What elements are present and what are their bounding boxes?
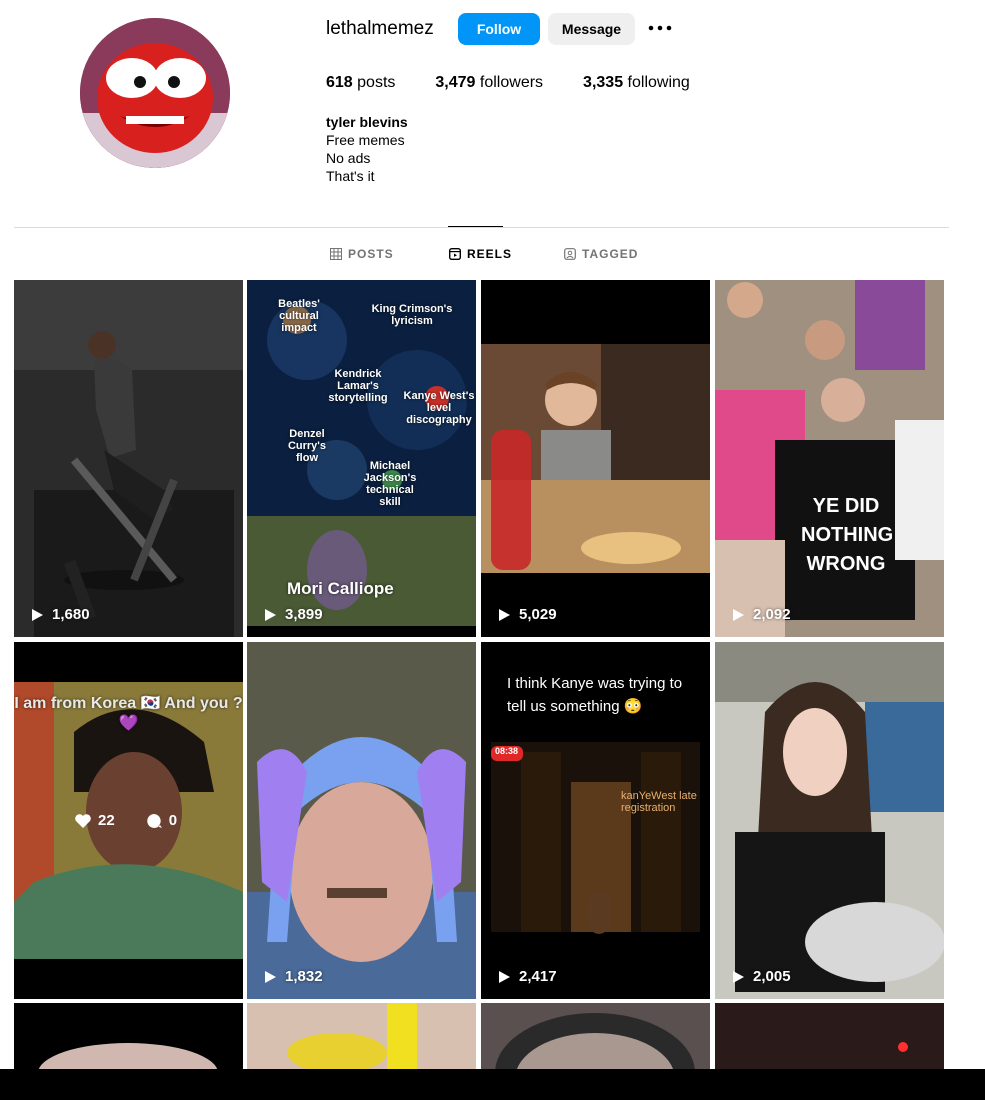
reel-view-count: 1,680	[52, 606, 90, 623]
bio-line: That's it	[326, 168, 375, 184]
reel-views: 2,417	[497, 968, 557, 985]
reel-views: 2,005	[731, 968, 791, 985]
tab-posts[interactable]: POSTS	[330, 247, 394, 261]
followers-label: followers	[479, 74, 544, 91]
reel-tile[interactable]	[715, 1003, 944, 1073]
message-button[interactable]: Message	[548, 13, 635, 45]
tab-tagged-label: TAGGED	[582, 247, 639, 261]
shirt-text: YE DID NOTHING WRONG	[801, 495, 894, 575]
reel-views: 1,832	[263, 968, 323, 985]
reels-icon	[449, 248, 461, 260]
reel-view-count: 2,005	[753, 968, 791, 985]
play-icon	[499, 608, 510, 621]
reel-thumbnail	[14, 280, 243, 637]
following-count: 3,335	[583, 74, 624, 91]
reel-view-count: 2,092	[753, 606, 791, 623]
play-icon	[32, 608, 43, 621]
reel-tile[interactable]: Beatles' cultural impact King Crimson's …	[247, 280, 476, 637]
followers-stat[interactable]: 3,479 followers	[435, 74, 543, 92]
play-icon	[499, 970, 510, 983]
tab-tagged[interactable]: TAGGED	[564, 247, 638, 261]
reel-thumbnail	[715, 280, 944, 637]
heart-icon	[75, 813, 91, 828]
reel-thumbnail	[247, 642, 476, 999]
reel-tile[interactable]	[14, 1003, 243, 1073]
grid-icon	[330, 248, 342, 260]
profile-tabs: POSTS REELS TAGGED	[0, 247, 985, 263]
tab-reels[interactable]: REELS	[449, 247, 512, 261]
like-count: 22	[98, 812, 115, 829]
reel-views: 5,029	[497, 606, 557, 623]
follow-button[interactable]: Follow	[458, 13, 540, 45]
reel-tile[interactable]: 5,029	[481, 280, 710, 637]
reel-tile[interactable]	[247, 1003, 476, 1073]
bio-line: Free memes	[326, 132, 405, 148]
reel-tile[interactable]: 1,680	[14, 280, 243, 637]
posts-label: posts	[357, 74, 396, 91]
reel-tile[interactable]	[481, 1003, 710, 1073]
tabs-divider	[14, 227, 949, 228]
comments: 0	[145, 812, 177, 829]
meme-label: King Crimson's lyricism	[371, 303, 453, 327]
reel-caption: I am from Korea 🇰🇷 And you ?💜	[14, 695, 243, 732]
reel-thumbnail	[481, 1003, 710, 1073]
bio-name: tyler blevins	[326, 114, 408, 130]
tagged-icon	[564, 248, 576, 260]
phone-time: 08:38	[495, 746, 519, 756]
play-icon	[265, 608, 276, 621]
reel-views: 1,680	[30, 606, 90, 623]
likes: 22	[74, 812, 115, 829]
reel-view-count: 1,832	[285, 968, 323, 985]
meme-label: Kendrick Lamar's storytelling	[328, 368, 388, 404]
reel-thumbnail	[715, 642, 944, 999]
following-stat[interactable]: 3,335 following	[583, 74, 690, 92]
reel-thumbnail	[14, 1003, 243, 1073]
reel-tile[interactable]: 1,832	[247, 642, 476, 999]
bottom-bar	[0, 1069, 985, 1100]
followers-count: 3,479	[435, 74, 476, 91]
posts-count: 618	[326, 74, 353, 91]
reel-thumbnail	[247, 1003, 476, 1073]
reel-tile[interactable]: 2,005	[715, 642, 944, 999]
reel-thumbnail	[715, 1003, 944, 1073]
album-text: kanYeWest late registration	[621, 790, 697, 814]
reel-engagement: 22 0	[74, 812, 177, 829]
active-tab-indicator	[448, 226, 503, 227]
play-icon	[265, 970, 276, 983]
meme-label: Michael Jackson's technical skill	[363, 460, 417, 508]
reel-caption: Mori Calliope	[287, 579, 394, 598]
posts-stat: 618 posts	[326, 74, 395, 92]
reel-tile[interactable]: YE DID NOTHING WRONG 2,092	[715, 280, 944, 637]
meme-label: Denzel Curry's flow	[287, 428, 327, 464]
profile-stats: 618 posts 3,479 followers 3,335 followin…	[326, 74, 730, 92]
play-icon	[733, 970, 744, 983]
comment-count: 0	[168, 812, 178, 829]
more-options-icon[interactable]	[648, 18, 672, 38]
profile-bio: tyler blevins Free memes No ads That's i…	[326, 113, 408, 185]
tab-reels-label: REELS	[467, 247, 513, 261]
avatar-image	[80, 18, 230, 168]
comment-icon	[146, 813, 162, 828]
following-label: following	[627, 74, 690, 91]
profile-avatar[interactable]	[80, 18, 230, 168]
reel-views: 3,899	[263, 606, 323, 623]
tab-posts-label: POSTS	[348, 247, 394, 261]
meme-label: Beatles' cultural impact	[278, 298, 320, 334]
reel-thumbnail	[481, 280, 710, 637]
reel-tile[interactable]: I think Kanye was trying to tell us some…	[481, 642, 710, 999]
reel-view-count: 2,417	[519, 968, 557, 985]
profile-username: lethalmemez	[326, 18, 434, 39]
reel-view-count: 3,899	[285, 606, 323, 623]
reel-views: 2,092	[731, 606, 791, 623]
reel-tile[interactable]: I am from Korea 🇰🇷 And you ?💜 22 0	[14, 642, 243, 999]
meme-label: Kanye West's level discography	[403, 390, 475, 426]
reel-view-count: 5,029	[519, 606, 557, 623]
bio-line: No ads	[326, 150, 371, 166]
play-icon	[733, 608, 744, 621]
reel-caption: I think Kanye was trying to tell us some…	[507, 675, 683, 715]
